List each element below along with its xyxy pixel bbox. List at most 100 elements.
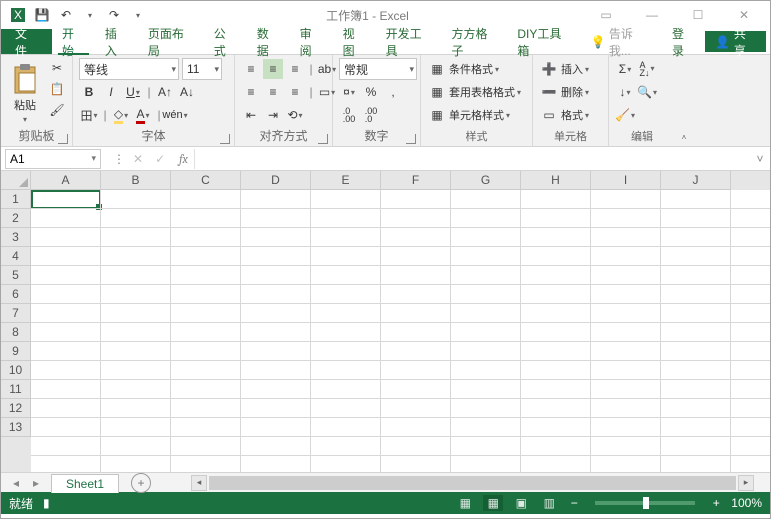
decrease-indent-icon[interactable]: ⇤ — [241, 105, 261, 125]
currency-button[interactable]: ¤ — [339, 82, 359, 102]
cancel-formula-icon[interactable]: ✕ — [133, 152, 143, 166]
tab-diy[interactable]: DIY工具箱 — [507, 29, 581, 54]
dialog-launcher-icon[interactable] — [318, 134, 328, 144]
active-cell[interactable] — [31, 190, 101, 209]
sheet-tab[interactable]: Sheet1 — [51, 474, 119, 493]
sheet-nav-next-icon[interactable]: ▸ — [27, 475, 45, 491]
sign-in[interactable]: 登录 — [662, 29, 705, 54]
insert-cells-button[interactable]: ➕插入▾ — [539, 58, 589, 80]
undo-dropdown-icon[interactable]: ▾ — [81, 6, 99, 24]
tab-fangfang[interactable]: 方方格子 — [441, 29, 507, 54]
redo-icon[interactable]: ↷ — [105, 6, 123, 24]
cells-area[interactable] — [31, 190, 770, 472]
find-button[interactable]: 🔍 — [637, 82, 657, 102]
tab-file[interactable]: 文件 — [1, 29, 52, 54]
row-header[interactable]: 1 — [1, 190, 31, 209]
row-header[interactable]: 12 — [1, 399, 31, 418]
qat-customize-icon[interactable]: ▾ — [129, 6, 147, 24]
new-sheet-button[interactable]: + — [131, 473, 151, 493]
fill-color-button[interactable]: ◇ — [111, 105, 131, 125]
scroll-right-icon[interactable]: ▸ — [738, 475, 754, 491]
row-header[interactable]: 5 — [1, 266, 31, 285]
collapse-ribbon-icon[interactable]: ˄ — [682, 133, 687, 142]
ribbon-display-icon[interactable]: ▭ — [588, 5, 624, 25]
orientation-button[interactable]: ⟲ — [285, 105, 305, 125]
normal-view-icon[interactable]: ▦ — [483, 495, 503, 511]
column-header[interactable]: A — [31, 171, 101, 190]
paste-button[interactable]: 粘贴 ▾ — [7, 58, 43, 124]
align-center-icon[interactable]: ≡ — [263, 82, 283, 102]
tab-review[interactable]: 审阅 — [290, 29, 333, 54]
display-settings-icon[interactable]: ▦ — [455, 495, 475, 511]
format-as-table-button[interactable]: ▦套用表格格式▾ — [427, 81, 521, 103]
zoom-slider[interactable] — [595, 501, 695, 505]
decrease-font-icon[interactable]: A↓ — [177, 82, 197, 102]
tab-formulas[interactable]: 公式 — [204, 29, 247, 54]
underline-button[interactable]: U — [123, 82, 143, 102]
align-top-icon[interactable]: ≡ — [241, 59, 261, 79]
zoom-level[interactable]: 100% — [731, 496, 762, 510]
fill-button[interactable]: ↓ — [615, 82, 635, 102]
tab-data[interactable]: 数据 — [247, 29, 290, 54]
undo-icon[interactable]: ↶ — [57, 6, 75, 24]
zoom-out-button[interactable]: − — [567, 496, 581, 510]
align-middle-icon[interactable]: ≡ — [263, 59, 283, 79]
clear-button[interactable]: 🧹 — [615, 105, 635, 125]
row-header[interactable]: 6 — [1, 285, 31, 304]
italic-button[interactable]: I — [101, 82, 121, 102]
column-header[interactable]: I — [591, 171, 661, 190]
share-button[interactable]: 👤共享 — [705, 31, 766, 52]
name-box[interactable]: A1▾ — [5, 149, 101, 169]
macro-record-icon[interactable]: ▮ — [43, 496, 50, 510]
scroll-left-icon[interactable]: ◂ — [191, 475, 207, 491]
dialog-launcher-icon[interactable] — [406, 134, 416, 144]
percent-button[interactable]: % — [361, 82, 381, 102]
row-header[interactable]: 13 — [1, 418, 31, 437]
border-button[interactable]: 田 — [79, 105, 99, 125]
row-header[interactable]: 7 — [1, 304, 31, 323]
select-all-corner[interactable] — [1, 171, 31, 190]
decrease-decimal-icon[interactable]: .00.0 — [361, 105, 381, 125]
autosum-button[interactable]: Σ — [615, 59, 635, 79]
align-left-icon[interactable]: ≡ — [241, 82, 261, 102]
tab-page-layout[interactable]: 页面布局 — [138, 29, 204, 54]
column-header[interactable]: D — [241, 171, 311, 190]
column-header[interactable]: G — [451, 171, 521, 190]
paste-dropdown-icon[interactable]: ▾ — [23, 115, 27, 124]
number-format-combo[interactable]: 常规▾ — [339, 58, 417, 80]
tell-me[interactable]: 💡告诉我... — [581, 29, 662, 54]
comma-button[interactable]: , — [383, 82, 403, 102]
column-header[interactable]: H — [521, 171, 591, 190]
tab-insert[interactable]: 插入 — [95, 29, 138, 54]
tab-developer[interactable]: 开发工具 — [376, 29, 442, 54]
font-size-combo[interactable]: 11▾ — [182, 58, 222, 80]
font-color-button[interactable]: A — [133, 105, 153, 125]
fx-icon[interactable]: fx — [173, 152, 194, 166]
cut-icon[interactable]: ✂ — [47, 58, 67, 78]
sort-filter-button[interactable]: AZ↓ — [637, 59, 657, 79]
close-icon[interactable]: ✕ — [726, 5, 762, 25]
horizontal-scrollbar[interactable]: ◂ ▸ — [191, 475, 754, 491]
row-header[interactable]: 8 — [1, 323, 31, 342]
dialog-launcher-icon[interactable] — [58, 134, 68, 144]
copy-icon[interactable]: 📋 — [47, 79, 67, 99]
align-right-icon[interactable]: ≡ — [285, 82, 305, 102]
row-header[interactable]: 2 — [1, 209, 31, 228]
tab-home[interactable]: 开始 — [52, 29, 95, 54]
format-painter-icon[interactable]: 🖌 — [47, 100, 67, 120]
delete-cells-button[interactable]: ➖删除▾ — [539, 81, 589, 103]
font-name-combo[interactable]: 等线▾ — [79, 58, 179, 80]
page-break-view-icon[interactable]: ▥ — [539, 495, 559, 511]
column-header[interactable]: J — [661, 171, 731, 190]
zoom-in-button[interactable]: + — [709, 496, 723, 510]
row-header[interactable]: 3 — [1, 228, 31, 247]
format-cells-button[interactable]: ▭格式▾ — [539, 104, 589, 126]
row-header[interactable]: 10 — [1, 361, 31, 380]
row-header[interactable]: 4 — [1, 247, 31, 266]
increase-indent-icon[interactable]: ⇥ — [263, 105, 283, 125]
minimize-icon[interactable]: — — [634, 5, 670, 25]
dialog-launcher-icon[interactable] — [220, 134, 230, 144]
sheet-nav-prev-icon[interactable]: ◂ — [7, 475, 25, 491]
row-header[interactable]: 9 — [1, 342, 31, 361]
increase-font-icon[interactable]: A↑ — [155, 82, 175, 102]
